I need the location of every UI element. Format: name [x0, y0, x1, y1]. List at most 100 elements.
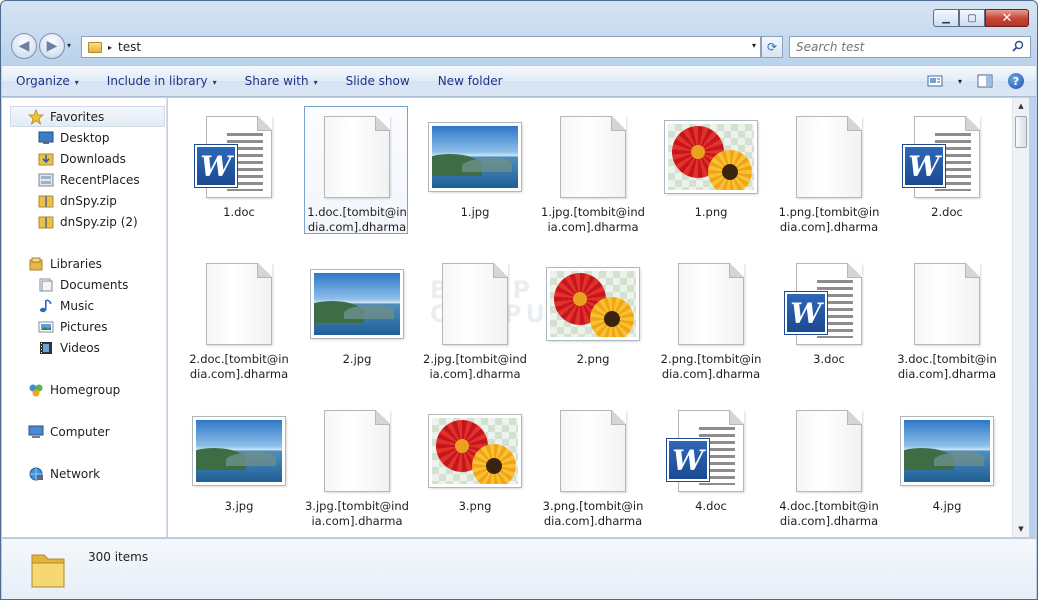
- search-icon[interactable]: [1012, 40, 1024, 52]
- file-name: 3.jpg: [224, 499, 254, 513]
- word-document-icon: W: [901, 112, 993, 202]
- scrollbar-thumb[interactable]: [1015, 116, 1027, 148]
- file-item[interactable]: 2.jpg.[tombit@india.com].dharma: [422, 253, 527, 381]
- new-folder-button[interactable]: New folder: [438, 74, 503, 88]
- file-item[interactable]: 1.png: [658, 106, 762, 234]
- file-name: 4.doc.[tombit@india.com].dharma: [779, 499, 879, 528]
- film-icon: [38, 340, 54, 356]
- sidebar-item-label: Desktop: [60, 130, 110, 145]
- sidebar-item-pictures[interactable]: Pictures: [2, 316, 166, 337]
- file-item[interactable]: 4.jpg: [894, 400, 998, 528]
- blank-file-icon: [429, 259, 521, 349]
- sidebar-item-downloads[interactable]: Downloads: [2, 148, 166, 169]
- organize-button[interactable]: Organize ▾: [16, 74, 79, 88]
- include-in-library-label: Include in library: [106, 74, 208, 88]
- file-item[interactable]: W 4.doc: [658, 400, 762, 528]
- close-button[interactable]: ✕: [985, 9, 1029, 27]
- help-icon[interactable]: ?: [1008, 73, 1024, 89]
- scroll-up-arrow-icon[interactable]: ▲: [1013, 98, 1029, 114]
- view-options-chevron-icon[interactable]: ▾: [958, 77, 962, 86]
- sidebar-item-dnspy-zip-2[interactable]: dnSpy.zip (2): [2, 211, 166, 232]
- blank-file-icon: [311, 406, 403, 496]
- pictures-icon: [38, 319, 54, 335]
- file-item[interactable]: W 1.doc: [186, 106, 290, 234]
- file-item[interactable]: 3.png.[tombit@india.com].dharma: [540, 400, 644, 528]
- file-name: 3.jpg.[tombit@india.com].dharma: [305, 499, 409, 528]
- file-item[interactable]: 2.png.[tombit@india.com].dharma: [658, 253, 762, 381]
- search-box[interactable]: [789, 36, 1031, 58]
- file-item[interactable]: 3.jpg.[tombit@india.com].dharma: [304, 400, 409, 528]
- flower-thumbnail: [428, 406, 522, 496]
- file-item[interactable]: W 3.doc: [776, 253, 880, 381]
- scroll-down-arrow-icon[interactable]: ▼: [1013, 521, 1029, 537]
- sidebar-item-dnspy-zip[interactable]: dnSpy.zip: [2, 190, 166, 211]
- minimize-button[interactable]: ▁: [933, 9, 959, 27]
- documents-icon: [38, 277, 54, 293]
- sidebar-item-libraries[interactable]: Libraries: [2, 253, 166, 274]
- address-bar[interactable]: ▸ test ▾: [81, 36, 761, 58]
- file-item[interactable]: 3.jpg: [186, 400, 290, 528]
- breadcrumb-folder[interactable]: test: [118, 40, 141, 54]
- zip-folder-icon: [38, 193, 54, 209]
- sidebar-item-label: Favorites: [50, 109, 105, 124]
- file-name: 1.jpg: [460, 205, 490, 219]
- share-with-button[interactable]: Share with ▾: [245, 74, 318, 88]
- back-arrow-icon: ◀: [18, 38, 30, 54]
- slide-show-button[interactable]: Slide show: [346, 74, 410, 88]
- file-item[interactable]: 1.doc.[tombit@india.com].dharma: [304, 106, 408, 234]
- sidebar-item-label: Network: [50, 466, 101, 481]
- vertical-scrollbar[interactable]: ▲ ▼: [1012, 98, 1029, 537]
- include-in-library-button[interactable]: Include in library ▾: [107, 74, 217, 88]
- sidebar-item-favorites[interactable]: Favorites: [10, 106, 165, 127]
- network-icon: [28, 466, 44, 482]
- sidebar-item-network[interactable]: Network: [2, 463, 166, 484]
- preview-pane-button[interactable]: [976, 72, 994, 90]
- file-item[interactable]: 3.doc.[tombit@india.com].dharma: [894, 253, 998, 381]
- file-item[interactable]: 1.jpg.[tombit@india.com].dharma: [540, 106, 645, 234]
- file-item[interactable]: 1.png.[tombit@india.com].dharma: [776, 106, 880, 234]
- view-icon: [927, 75, 943, 87]
- toolbar-right: ▾ ?: [926, 72, 1024, 90]
- landscape-thumbnail: [310, 259, 404, 349]
- file-item[interactable]: 2.doc.[tombit@india.com].dharma: [186, 253, 290, 381]
- file-item[interactable]: 3.png: [422, 400, 526, 528]
- blank-file-icon: [311, 112, 403, 202]
- sidebar-item-recent-places[interactable]: RecentPlaces: [2, 169, 166, 190]
- breadcrumb-arrow-icon[interactable]: ▸: [108, 43, 112, 52]
- sidebar-item-label: dnSpy.zip (2): [60, 214, 138, 229]
- file-name: 4.jpg: [932, 499, 962, 513]
- address-dropdown-icon[interactable]: ▾: [752, 41, 756, 50]
- forward-button[interactable]: ▶: [39, 33, 65, 59]
- sidebar-item-label: Documents: [60, 277, 129, 292]
- homegroup-icon: [28, 382, 44, 398]
- recent-pages-dropdown[interactable]: ▾: [67, 41, 71, 50]
- folder-icon: [31, 554, 65, 588]
- sidebar-item-desktop[interactable]: Desktop: [2, 127, 166, 148]
- desktop-icon: [38, 130, 54, 146]
- blank-file-icon: [783, 112, 875, 202]
- change-view-button[interactable]: [926, 72, 944, 90]
- file-item[interactable]: 1.jpg: [422, 106, 526, 234]
- file-name: 1.doc: [223, 205, 255, 219]
- sidebar-item-videos[interactable]: Videos: [2, 337, 166, 358]
- back-button[interactable]: ◀: [11, 33, 37, 59]
- file-name: 1.png: [694, 205, 728, 219]
- refresh-button[interactable]: ⟳: [761, 36, 783, 58]
- file-item[interactable]: 2.jpg: [304, 253, 408, 381]
- landscape-thumbnail: [192, 406, 286, 496]
- sidebar-item-documents[interactable]: Documents: [2, 274, 166, 295]
- file-item[interactable]: 2.png: [540, 253, 644, 381]
- file-item[interactable]: 4.doc.[tombit@india.com].dharma: [776, 400, 880, 528]
- file-item[interactable]: W 2.doc: [894, 106, 998, 234]
- sidebar-item-music[interactable]: Music: [2, 295, 166, 316]
- maximize-button[interactable]: ▢: [959, 9, 985, 27]
- sidebar-item-computer[interactable]: Computer: [2, 421, 166, 442]
- command-bar: Organize ▾ Include in library ▾ Share with…: [2, 65, 1036, 97]
- search-input[interactable]: [796, 40, 996, 54]
- file-name: 2.png.[tombit@india.com].dharma: [660, 352, 762, 381]
- navigation-bar: ◀ ▶ ▾ ▸ test ▾ ⟳: [9, 33, 1031, 59]
- blank-file-icon: [783, 406, 875, 496]
- sidebar-item-homegroup[interactable]: Homegroup: [2, 379, 166, 400]
- item-count: 300 items: [88, 550, 149, 564]
